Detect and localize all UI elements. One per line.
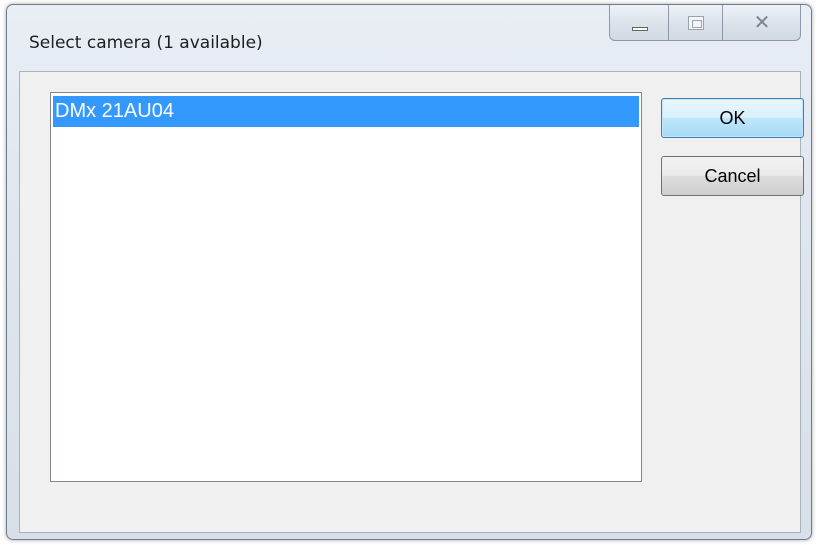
camera-listbox[interactable]: DMx 21AU04 — [50, 92, 642, 482]
maximize-button[interactable] — [669, 5, 723, 41]
window-title: Select camera (1 available) — [29, 33, 263, 53]
camera-list-item-selected[interactable]: DMx 21AU04 — [53, 96, 639, 127]
minimize-button[interactable] — [609, 5, 669, 41]
cancel-button[interactable]: Cancel — [661, 156, 804, 196]
select-camera-dialog: Select camera (1 available) ✕ DMx 21AU04… — [6, 4, 812, 540]
title-bar[interactable]: Select camera (1 available) ✕ — [7, 5, 811, 67]
dialog-client-area: DMx 21AU04 OK Cancel — [19, 71, 804, 533]
ok-button[interactable]: OK — [661, 98, 804, 138]
close-button[interactable]: ✕ — [723, 5, 801, 41]
minimize-icon — [632, 27, 648, 31]
caption-buttons: ✕ — [609, 5, 801, 43]
maximize-icon — [688, 16, 704, 30]
close-icon: ✕ — [753, 10, 771, 34]
